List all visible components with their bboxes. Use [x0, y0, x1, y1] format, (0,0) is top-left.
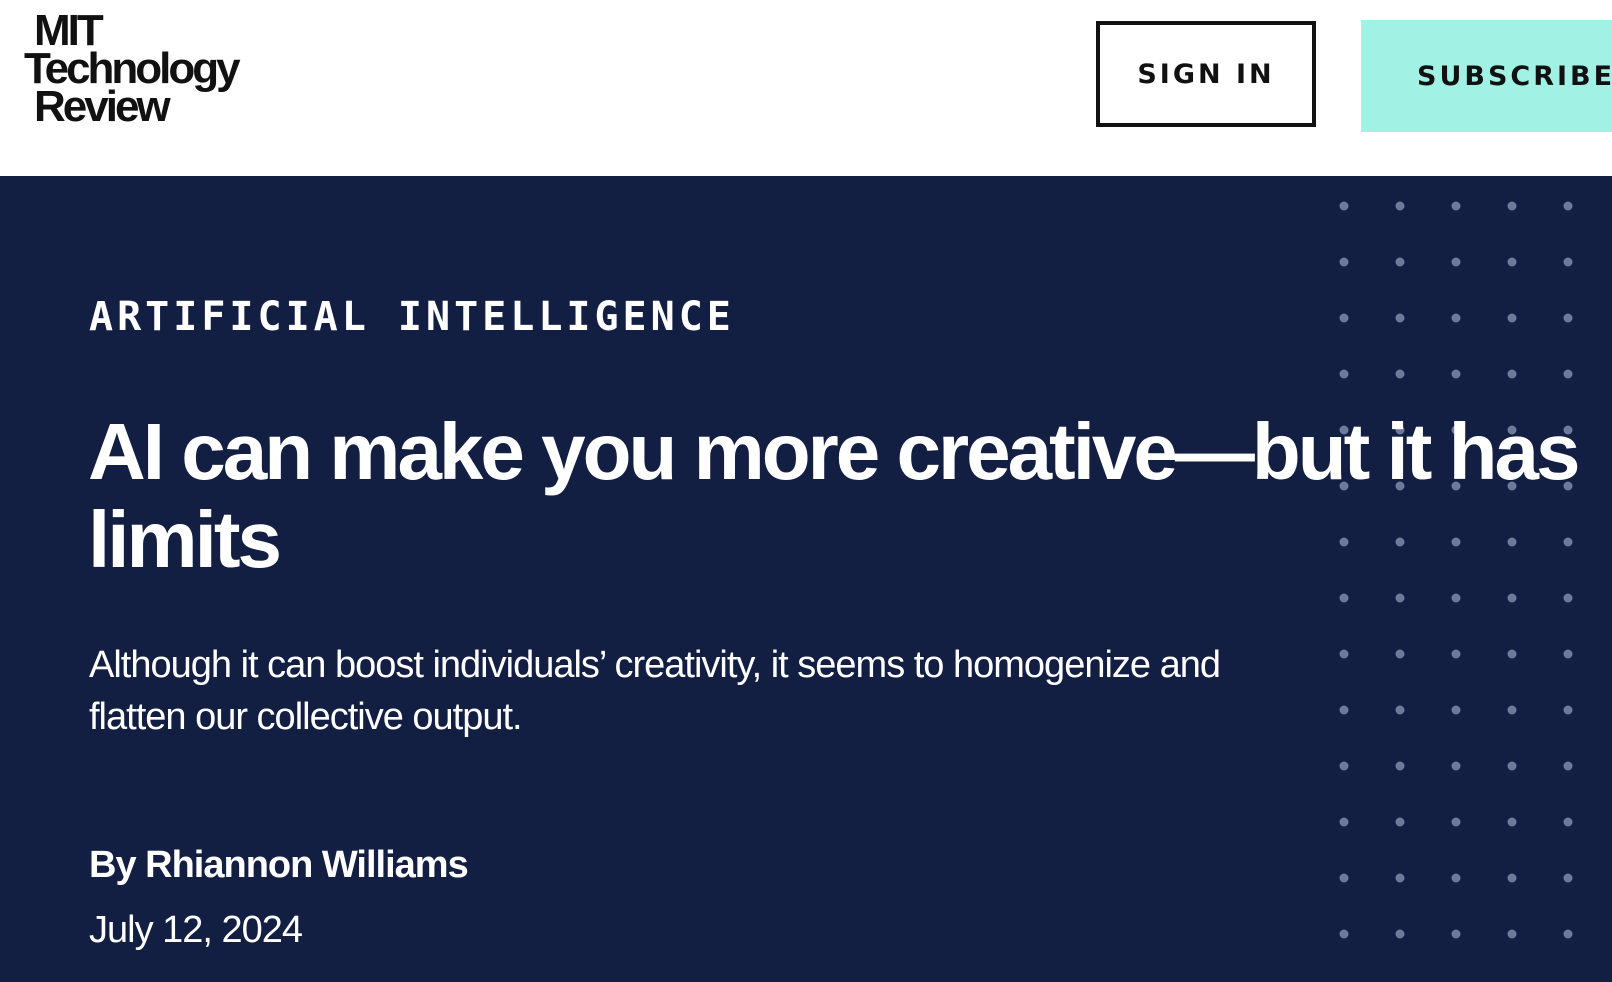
grid-dot — [1507, 929, 1517, 939]
grid-dot — [1507, 201, 1517, 211]
grid-dot — [1395, 369, 1405, 379]
grid-dot — [1563, 817, 1573, 827]
grid-dot — [1507, 705, 1517, 715]
grid-dot — [1563, 201, 1573, 211]
grid-dot — [1395, 201, 1405, 211]
grid-dot — [1507, 817, 1517, 827]
grid-dot — [1507, 649, 1517, 659]
article-dek: Although it can boost individuals’ creat… — [89, 644, 1221, 738]
grid-dot — [1339, 705, 1349, 715]
grid-dot — [1395, 257, 1405, 267]
grid-dot — [1395, 649, 1405, 659]
article-headline: AI can make you more creative—but it has… — [88, 407, 1580, 584]
grid-dot — [1563, 313, 1573, 323]
grid-dot — [1339, 929, 1349, 939]
grid-dot — [1563, 761, 1573, 771]
grid-dot — [1339, 201, 1349, 211]
grid-dot — [1395, 705, 1405, 715]
grid-dot — [1507, 873, 1517, 883]
grid-dot — [1339, 873, 1349, 883]
sign-in-button[interactable]: SIGN IN — [1096, 21, 1316, 127]
byline-prefix: By — [89, 844, 137, 886]
grid-dot — [1563, 705, 1573, 715]
mit-technology-review-logo[interactable]: MIT Technology Review — [24, 9, 241, 131]
grid-dot — [1563, 593, 1573, 603]
subscribe-button[interactable]: SUBSCRIBE — [1361, 20, 1612, 132]
grid-dot — [1395, 873, 1405, 883]
grid-dot — [1563, 873, 1573, 883]
grid-dot — [1563, 929, 1573, 939]
grid-dot — [1395, 313, 1405, 323]
grid-dot — [1507, 761, 1517, 771]
article-hero: ARTIFICIAL INTELLIGENCE AI can make you … — [0, 176, 1612, 982]
grid-dot — [1563, 649, 1573, 659]
grid-dot — [1451, 257, 1461, 267]
grid-dot — [1451, 313, 1461, 323]
grid-dot — [1507, 369, 1517, 379]
grid-dot — [1451, 761, 1461, 771]
grid-dot — [1507, 593, 1517, 603]
article-byline: By Rhiannon Williams — [89, 844, 469, 887]
grid-dot — [1339, 761, 1349, 771]
logo-line-review: Review — [34, 82, 171, 131]
grid-dot — [1395, 761, 1405, 771]
grid-dot — [1451, 929, 1461, 939]
grid-dot — [1451, 817, 1461, 827]
grid-dot — [1339, 649, 1349, 659]
grid-dot — [1395, 593, 1405, 603]
grid-dot — [1507, 257, 1517, 267]
grid-dot — [1339, 593, 1349, 603]
grid-dot — [1339, 257, 1349, 267]
grid-dot — [1451, 369, 1461, 379]
grid-dot — [1395, 929, 1405, 939]
author-link[interactable]: Rhiannon Williams — [145, 844, 469, 886]
publish-date: July 12, 2024 — [89, 909, 303, 951]
grid-dot — [1451, 649, 1461, 659]
grid-dot — [1451, 705, 1461, 715]
grid-dot — [1395, 817, 1405, 827]
site-header: MIT Technology Review SIGN IN SUBSCRIBE — [0, 0, 1612, 176]
grid-dot — [1451, 593, 1461, 603]
article-topic[interactable]: ARTIFICIAL INTELLIGENCE — [89, 294, 735, 340]
grid-dot — [1339, 817, 1349, 827]
grid-dot — [1339, 369, 1349, 379]
grid-dot — [1451, 201, 1461, 211]
grid-dot — [1451, 873, 1461, 883]
grid-dot — [1563, 369, 1573, 379]
grid-dot — [1563, 257, 1573, 267]
grid-dot — [1507, 313, 1517, 323]
grid-dot — [1339, 313, 1349, 323]
